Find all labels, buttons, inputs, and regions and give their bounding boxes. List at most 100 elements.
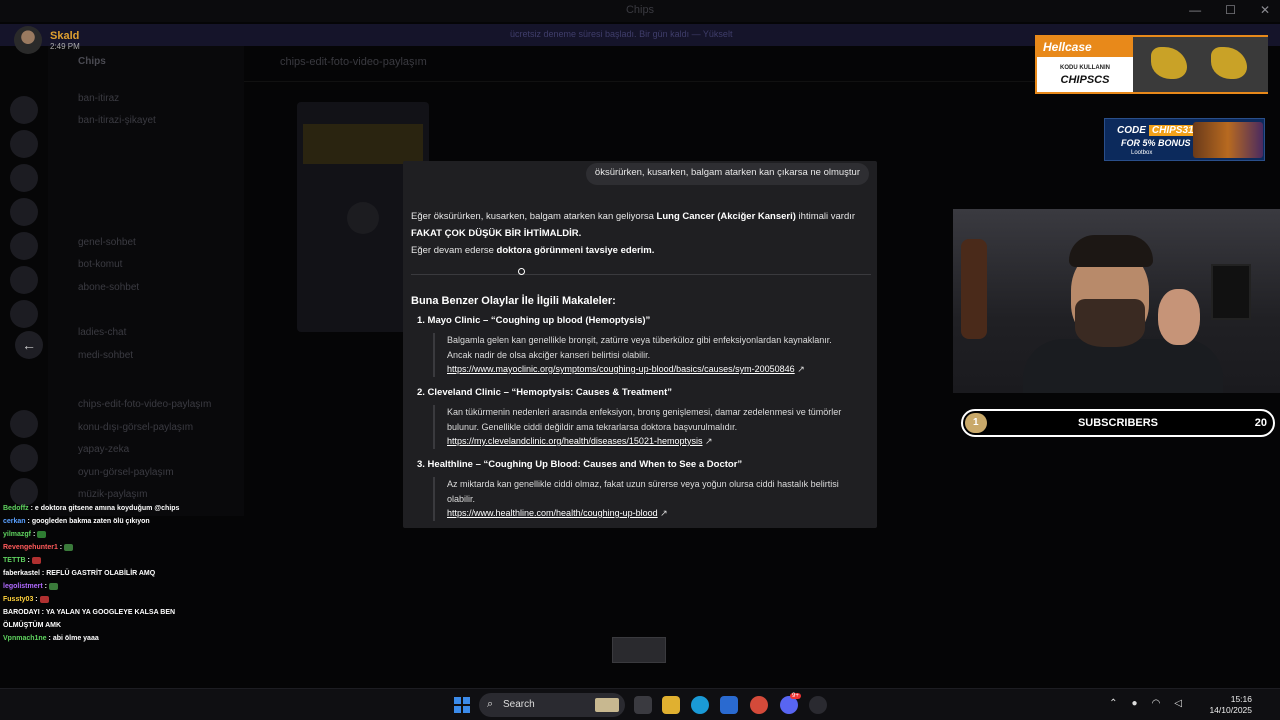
channel-item[interactable]: chips-edit-foto-video-paylaşım bbox=[78, 399, 211, 410]
task-view-icon[interactable] bbox=[634, 696, 652, 714]
search-box[interactable]: ⌕ Search bbox=[479, 693, 625, 717]
chevron-up-icon[interactable]: ⌃ bbox=[1109, 698, 1117, 709]
window-controls: — ☐ ✕ bbox=[1189, 3, 1270, 17]
store-icon[interactable] bbox=[720, 696, 738, 714]
server-icon[interactable] bbox=[10, 444, 38, 472]
chrome-icon[interactable] bbox=[750, 696, 768, 714]
back-arrow-icon[interactable]: ← bbox=[15, 331, 43, 359]
article-link[interactable]: https://www.mayoclinic.org/symptoms/coug… bbox=[447, 364, 795, 374]
article-link[interactable]: https://www.healthline.com/health/coughi… bbox=[447, 508, 658, 518]
article-title: 1. Mayo Clinic – “Coughing up blood (Hem… bbox=[417, 315, 651, 326]
channel-item[interactable]: oyun-görsel-paylaşım bbox=[78, 467, 174, 478]
article-link[interactable]: https://my.clevelandclinic.org/health/di… bbox=[447, 436, 702, 446]
clock-time: 15:16 bbox=[1230, 694, 1252, 704]
hellcase-logo: Hellcase bbox=[1037, 37, 1133, 57]
server-icon[interactable] bbox=[10, 96, 38, 124]
window-titlebar: Chips — ☐ ✕ bbox=[0, 0, 1280, 22]
close-icon[interactable]: ✕ bbox=[1260, 3, 1270, 17]
emote-icon bbox=[39, 595, 49, 603]
chat-message: legolistmert : bbox=[3, 580, 203, 593]
notice-text: ücretsiz deneme süresi başladı. Bir gün … bbox=[510, 29, 733, 39]
wifi-icon[interactable]: ◠ bbox=[1152, 698, 1161, 709]
user-question-bubble: öksürürken, kusarken, balgam atarken kan… bbox=[585, 163, 869, 185]
channel-item[interactable]: ban-itirazi-şikayet bbox=[78, 115, 156, 126]
chat-message: yilmazgf : bbox=[3, 528, 203, 541]
chat-message: faberkastel : REFLÜ GASTRİT OLABİLİR AMQ bbox=[3, 570, 156, 577]
chat-username[interactable]: yilmazgf bbox=[3, 531, 31, 538]
chat-username[interactable]: legolistmert bbox=[3, 583, 43, 590]
clock[interactable]: 15:16 14/10/2025 bbox=[1209, 694, 1252, 716]
channel-item[interactable]: genel-sohbet bbox=[78, 237, 136, 248]
server-icon[interactable] bbox=[10, 410, 38, 438]
taskbar: ⌕ Search 9+ ⌃ ● ◠ ◁ 15:16 14/10/2025 bbox=[0, 688, 1280, 720]
chat-username[interactable]: TETTB bbox=[3, 557, 26, 564]
server-icon[interactable] bbox=[10, 198, 38, 226]
knife-images bbox=[1133, 37, 1268, 92]
play-icon[interactable] bbox=[347, 202, 379, 234]
article-title: 3. Healthline – “Coughing Up Blood: Caus… bbox=[417, 459, 743, 470]
chat-message: Bedoffz : e doktora gitsene amına koyduğ… bbox=[3, 505, 180, 512]
channel-item[interactable]: konu-dışı-görsel-paylaşım bbox=[78, 422, 193, 433]
lootbox-brand: Lootbox bbox=[1131, 150, 1153, 156]
lootbox-image bbox=[1193, 122, 1263, 158]
server-icon[interactable] bbox=[10, 130, 38, 158]
volume-icon[interactable]: ◁ bbox=[1174, 698, 1182, 709]
chat-username[interactable]: Vpnmach1ne bbox=[3, 635, 47, 642]
chat-username[interactable]: cerkan bbox=[3, 518, 26, 525]
subscriber-label: SUBSCRIBERS bbox=[1077, 417, 1159, 429]
search-label: Search bbox=[503, 699, 535, 710]
maximize-icon[interactable]: ☐ bbox=[1225, 3, 1236, 17]
lootbox-sponsor-banner: CODE CHIPS31 FOR 5% BONUS Lootbox bbox=[1104, 118, 1265, 161]
chat-username[interactable]: Bedoffz bbox=[3, 505, 29, 512]
channel-item[interactable]: bot-komut bbox=[78, 259, 122, 270]
article-body: Balgamla gelen kan genellikle bronşit, z… bbox=[433, 333, 873, 377]
window-title: Chips bbox=[625, 4, 655, 16]
server-icon[interactable] bbox=[10, 266, 38, 294]
scroll-indicator-icon bbox=[518, 268, 525, 275]
chat-username[interactable]: Fussty03 bbox=[3, 596, 33, 603]
lootbox-code: CHIPS31 bbox=[1148, 125, 1197, 136]
external-link-icon: ↗ bbox=[797, 364, 805, 374]
chat-username[interactable]: faberkastel bbox=[3, 570, 40, 577]
server-icon[interactable] bbox=[10, 300, 38, 328]
app-icon[interactable] bbox=[809, 696, 827, 714]
answer-line-1: Eğer öksürürken, kusarken, balgam atarke… bbox=[411, 211, 856, 222]
chat-message: ÖLMÜŞTÜM AMK bbox=[3, 619, 203, 632]
windows-start-icon[interactable] bbox=[454, 697, 470, 713]
hellcase-sponsor-banner: Hellcase KODU KULLANIN CHIPSCS bbox=[1035, 35, 1268, 94]
chat-text: ÖLMÜŞTÜM AMK bbox=[3, 622, 62, 629]
chat-username[interactable]: BARODAYI bbox=[3, 609, 40, 616]
article-body: Kan tükürmenin nedenleri arasında enfeks… bbox=[433, 405, 873, 449]
channel-item[interactable]: yapay-zeka bbox=[78, 444, 129, 455]
channel-item[interactable]: medi-sohbet bbox=[78, 350, 133, 361]
search-highlight-icon bbox=[595, 698, 619, 712]
streamer-info: Skald 2:49 PM bbox=[14, 26, 80, 54]
assistant-response-panel: öksürürken, kusarken, balgam atarken kan… bbox=[403, 161, 877, 528]
server-list bbox=[0, 46, 48, 536]
emote-icon bbox=[31, 556, 41, 564]
microphone-icon[interactable]: ● bbox=[1132, 698, 1138, 709]
chat-header: chips-edit-foto-video-paylaşım bbox=[244, 46, 1044, 82]
article-title: 2. Cleveland Clinic – “Hemoptysis: Cause… bbox=[417, 387, 673, 398]
chat-username[interactable]: Revengehunter1 bbox=[3, 544, 58, 551]
channel-item[interactable]: ladies-chat bbox=[78, 327, 126, 338]
stream-chat: Bedoffz : e doktora gitsene amına koyduğ… bbox=[3, 502, 203, 645]
chat-message: cerkan : googleden bakma zaten ölü çıkıy… bbox=[3, 518, 150, 525]
chat-message: Fussty03 : bbox=[3, 593, 203, 606]
system-tray: ⌃ ● ◠ ◁ bbox=[1109, 698, 1182, 709]
server-icon[interactable] bbox=[10, 232, 38, 260]
webcam-feed bbox=[953, 209, 1280, 393]
file-explorer-icon[interactable] bbox=[662, 696, 680, 714]
edge-icon[interactable] bbox=[691, 696, 709, 714]
minimize-icon[interactable]: — bbox=[1189, 3, 1201, 17]
subscriber-goal-bar: 1 SUBSCRIBERS 20 bbox=[961, 409, 1275, 437]
window-thumbnail[interactable] bbox=[612, 637, 666, 663]
answer-line-3: Eğer devam ederse doktora görünmeni tavs… bbox=[411, 245, 655, 256]
emote-icon bbox=[64, 543, 74, 551]
chat-text: REFLÜ GASTRİT OLABİLİR AMQ bbox=[46, 570, 156, 577]
channel-item[interactable]: müzik-paylaşım bbox=[78, 489, 147, 500]
server-icon[interactable] bbox=[10, 164, 38, 192]
channel-item[interactable]: abone-sohbet bbox=[78, 282, 139, 293]
hellcase-code: CHIPSCS bbox=[1060, 74, 1110, 86]
channel-item[interactable]: ban-itiraz bbox=[78, 93, 119, 104]
